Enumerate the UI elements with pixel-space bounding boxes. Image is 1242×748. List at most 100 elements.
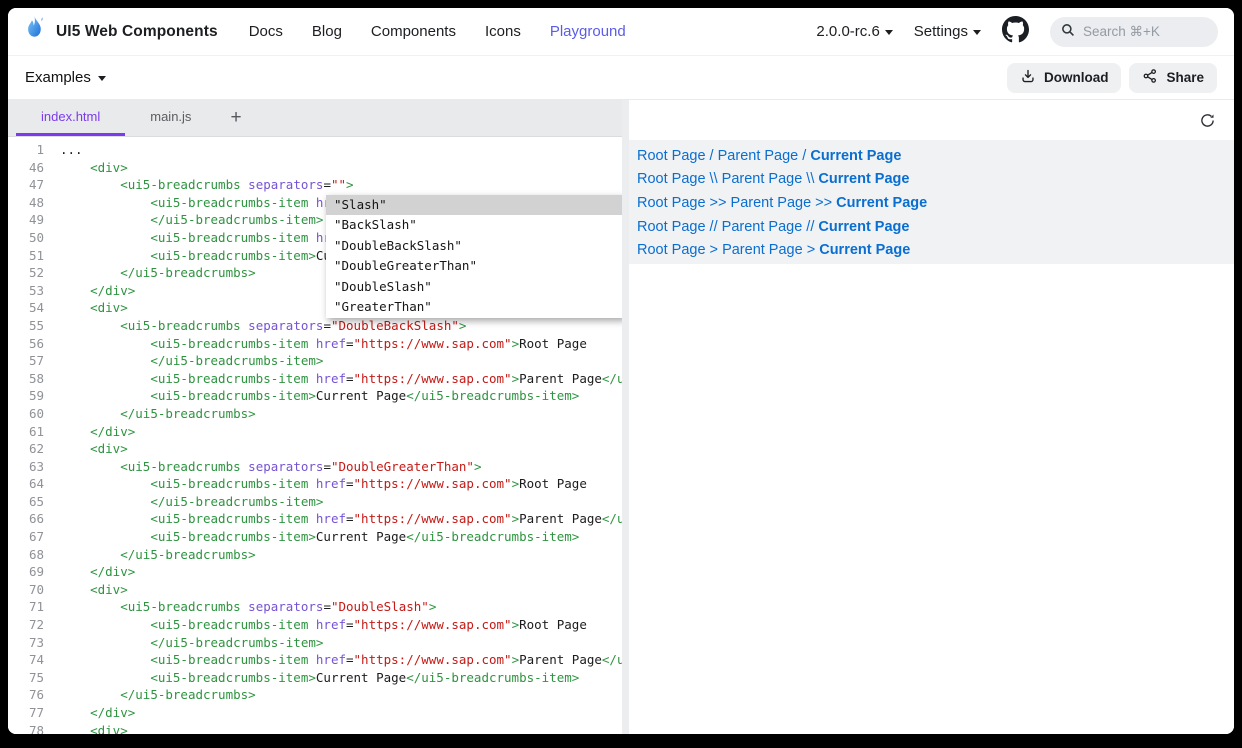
code-text: <div>: [44, 440, 128, 458]
code-line[interactable]: 77 </div>: [8, 704, 622, 722]
brand[interactable]: UI5 Web Components: [24, 14, 218, 50]
breadcrumbs-demo-section: Root Page / Parent Page / Current PageRo…: [629, 140, 1234, 264]
line-number: 53: [8, 282, 44, 300]
nav-link-docs[interactable]: Docs: [249, 23, 283, 40]
code-line[interactable]: 61 </div>: [8, 423, 622, 441]
autocomplete-item[interactable]: "Slash": [326, 195, 622, 215]
line-number: 52: [8, 264, 44, 282]
code-text: <ui5-breadcrumbs separators="DoubleBackS…: [44, 317, 466, 335]
code-line[interactable]: 71 <ui5-breadcrumbs separators="DoubleSl…: [8, 598, 622, 616]
code-text: <ui5-breadcrumbs-item>Cu: [44, 247, 331, 265]
nav-link-playground[interactable]: Playground: [550, 23, 626, 40]
editor-pane: index.html main.js + 1...46 <div>47 <ui5…: [8, 100, 622, 734]
chevron-down-icon: [98, 76, 106, 81]
line-number: 62: [8, 440, 44, 458]
code-line[interactable]: 1...: [8, 141, 622, 159]
settings-dropdown[interactable]: Settings: [914, 23, 981, 40]
line-number: 67: [8, 528, 44, 546]
code-line[interactable]: 72 <ui5-breadcrumbs-item href="https://w…: [8, 616, 622, 634]
code-line[interactable]: 68 </ui5-breadcrumbs>: [8, 546, 622, 564]
autocomplete-item[interactable]: "GreaterThan": [326, 297, 622, 317]
search-input[interactable]: Search ⌘+K: [1050, 17, 1218, 47]
preview-pane: Root Page / Parent Page / Current PageRo…: [629, 100, 1234, 734]
preview-topbar: [629, 100, 1234, 140]
code-line[interactable]: 47 <ui5-breadcrumbs separators="">: [8, 176, 622, 194]
code-line[interactable]: 74 <ui5-breadcrumbs-item href="https://w…: [8, 651, 622, 669]
breadcrumb-separator: /: [798, 148, 810, 164]
tab-main-js[interactable]: main.js: [125, 100, 216, 136]
code-line[interactable]: 64 <ui5-breadcrumbs-item href="https://w…: [8, 475, 622, 493]
code-editor[interactable]: 1...46 <div>47 <ui5-breadcrumbs separato…: [8, 137, 622, 734]
breadcrumb-link[interactable]: Parent Page: [722, 171, 803, 187]
version-dropdown[interactable]: 2.0.0-rc.6: [816, 23, 892, 40]
code-text: </div>: [44, 563, 135, 581]
code-line[interactable]: 65 </ui5-breadcrumbs-item>: [8, 493, 622, 511]
line-number: 72: [8, 616, 44, 634]
brand-title: UI5 Web Components: [56, 23, 218, 41]
breadcrumb-link[interactable]: Parent Page: [722, 242, 803, 258]
download-button[interactable]: Download: [1007, 63, 1122, 93]
code-line[interactable]: 75 <ui5-breadcrumbs-item>Current Page</u…: [8, 669, 622, 687]
breadcrumb-link[interactable]: Root Page: [637, 242, 706, 258]
nav-link-icons[interactable]: Icons: [485, 23, 521, 40]
code-line[interactable]: 56 <ui5-breadcrumbs-item href="https://w…: [8, 335, 622, 353]
nav-links: Docs Blog Components Icons Playground: [249, 23, 626, 40]
breadcrumb-link[interactable]: Root Page: [637, 195, 706, 211]
autocomplete-item[interactable]: "BackSlash": [326, 215, 622, 235]
main-split: index.html main.js + 1...46 <div>47 <ui5…: [8, 100, 1234, 734]
search-icon: [1061, 23, 1075, 40]
code-text: </ui5-breadcrumbs-item>: [44, 493, 323, 511]
breadcrumb-link[interactable]: Parent Page: [718, 148, 799, 164]
code-line[interactable]: 57 </ui5-breadcrumbs-item>: [8, 352, 622, 370]
tab-index-html[interactable]: index.html: [16, 100, 125, 136]
breadcrumb-link[interactable]: Parent Page: [722, 219, 803, 235]
breadcrumb-link[interactable]: Root Page: [637, 148, 706, 164]
nav-link-blog[interactable]: Blog: [312, 23, 342, 40]
autocomplete-item[interactable]: "DoubleSlash": [326, 277, 622, 297]
line-number: 48: [8, 194, 44, 212]
app-window: UI5 Web Components Docs Blog Components Ico…: [8, 8, 1234, 734]
refresh-button[interactable]: [1200, 113, 1215, 128]
breadcrumb-link[interactable]: Root Page: [637, 171, 706, 187]
code-line[interactable]: 73 </ui5-breadcrumbs-item>: [8, 634, 622, 652]
code-text: <div>: [44, 581, 128, 599]
code-line[interactable]: 46 <div>: [8, 159, 622, 177]
line-number: 64: [8, 475, 44, 493]
github-link[interactable]: [1002, 16, 1029, 48]
code-line[interactable]: 78 <div>: [8, 722, 622, 734]
share-button[interactable]: Share: [1129, 63, 1217, 93]
code-line[interactable]: 62 <div>: [8, 440, 622, 458]
code-line[interactable]: 69 </div>: [8, 563, 622, 581]
code-line[interactable]: 66 <ui5-breadcrumbs-item href="https://w…: [8, 510, 622, 528]
code-text: </div>: [44, 282, 135, 300]
line-number: 51: [8, 247, 44, 265]
code-text: </ui5-breadcrumbs>: [44, 264, 256, 282]
download-icon: [1020, 68, 1036, 87]
add-tab-button[interactable]: +: [216, 100, 255, 136]
breadcrumb: Root Page \\ Parent Page \\ Current Page: [637, 168, 1226, 192]
autocomplete-item[interactable]: "DoubleGreaterThan": [326, 256, 622, 276]
breadcrumb-current: Current Page: [836, 195, 927, 211]
breadcrumb-link[interactable]: Root Page: [637, 219, 706, 235]
search-placeholder: Search ⌘+K: [1083, 24, 1160, 40]
code-line[interactable]: 60 </ui5-breadcrumbs>: [8, 405, 622, 423]
autocomplete-item[interactable]: "DoubleBackSlash": [326, 236, 622, 256]
code-line[interactable]: 70 <div>: [8, 581, 622, 599]
examples-dropdown[interactable]: Examples: [25, 69, 106, 86]
code-line[interactable]: 55 <ui5-breadcrumbs separators="DoubleBa…: [8, 317, 622, 335]
nav-link-components[interactable]: Components: [371, 23, 456, 40]
pane-splitter[interactable]: [622, 100, 629, 734]
line-number: 61: [8, 423, 44, 441]
line-number: 76: [8, 686, 44, 704]
breadcrumb-separator: \\: [802, 171, 818, 187]
breadcrumb-link[interactable]: Parent Page: [731, 195, 812, 211]
code-line[interactable]: 63 <ui5-breadcrumbs separators="DoubleGr…: [8, 458, 622, 476]
breadcrumb-current: Current Page: [818, 171, 909, 187]
code-text: <ui5-breadcrumbs-item hr: [44, 229, 331, 247]
code-line[interactable]: 58 <ui5-breadcrumbs-item href="https://w…: [8, 370, 622, 388]
code-line[interactable]: 67 <ui5-breadcrumbs-item>Current Page</u…: [8, 528, 622, 546]
code-text: <ui5-breadcrumbs-item href="https://www.…: [44, 510, 622, 528]
code-line[interactable]: 76 </ui5-breadcrumbs>: [8, 686, 622, 704]
code-text: <ui5-breadcrumbs-item>Current Page</ui5-…: [44, 528, 579, 546]
code-line[interactable]: 59 <ui5-breadcrumbs-item>Current Page</u…: [8, 387, 622, 405]
